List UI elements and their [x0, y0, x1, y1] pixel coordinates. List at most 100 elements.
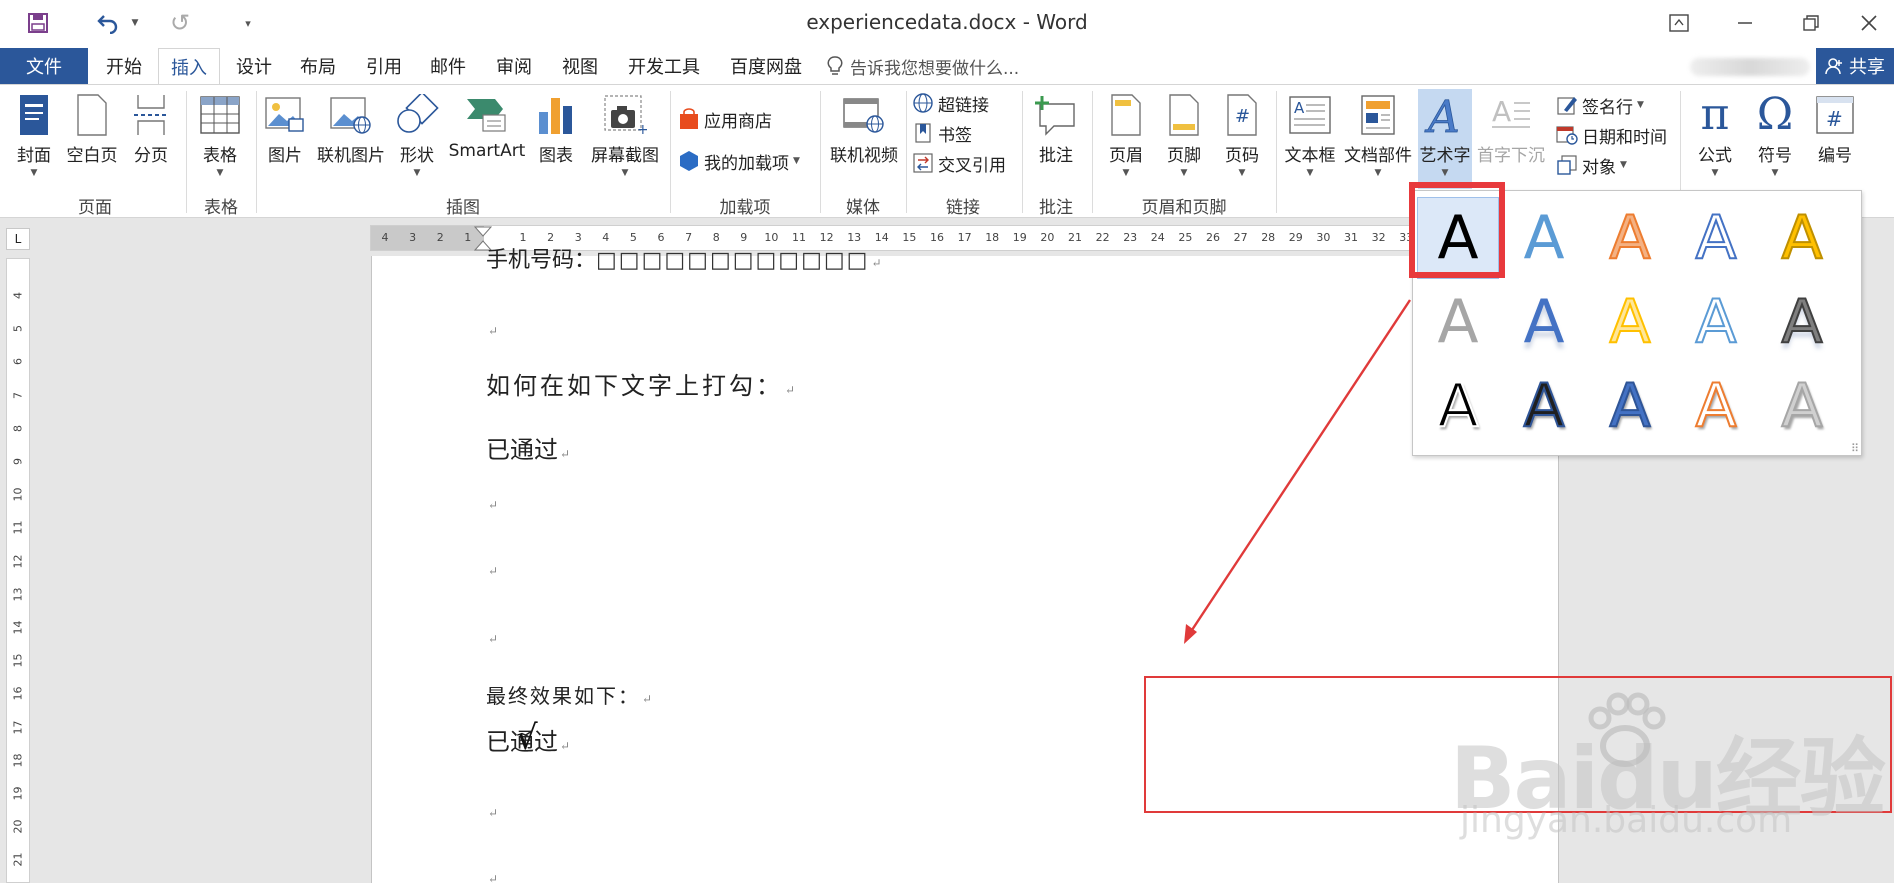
picture-button[interactable]: 图片	[262, 93, 308, 166]
empty-paragraph[interactable]: ↵	[486, 560, 498, 579]
passed-paragraph[interactable]: 已通过 ↵	[486, 430, 570, 465]
screenshot-button[interactable]: + 屏幕截图 ▼	[584, 93, 666, 178]
drop-cap-button[interactable]: A 首字下沉	[1474, 93, 1548, 166]
wordart-style-option[interactable]: A	[1761, 197, 1843, 279]
office-store-button[interactable]: 应用商店	[678, 105, 772, 133]
tab-baidu-netdisk[interactable]: 百度网盘	[718, 48, 814, 84]
ribbon-display-options-icon[interactable]	[1650, 4, 1708, 42]
paragraph-mark: ↵	[785, 383, 799, 397]
table-icon	[198, 93, 242, 137]
tab-layout[interactable]: 布局	[288, 48, 348, 84]
object-button[interactable]: 对象 ▼	[1556, 151, 1627, 179]
cover-page-icon	[12, 93, 56, 137]
symbol-button[interactable]: Ω 符号 ▼	[1746, 89, 1804, 179]
chart-button[interactable]: 图表	[532, 93, 580, 166]
doc-paragraph[interactable]: 手机号码：□□□□□□□□□□□□ ↵	[486, 242, 882, 274]
equation-button[interactable]: π 公式 ▼	[1686, 93, 1744, 179]
tell-me-placeholder: 告诉我您想要做什么...	[850, 58, 1020, 79]
tab-mailings[interactable]: 邮件	[418, 48, 478, 84]
passed-with-check-paragraph[interactable]: 已通过 ↵ √	[486, 718, 570, 758]
ruler-tick-label: 24	[1150, 231, 1165, 244]
final-label-paragraph[interactable]: 最终效果如下： ↵	[486, 680, 654, 709]
check-mark-wordart[interactable]: √	[516, 718, 538, 758]
online-video-button[interactable]: 联机视频	[826, 93, 902, 166]
wordart-style-option[interactable]: A	[1589, 281, 1671, 363]
bookmark-label: 书签	[938, 125, 972, 146]
share-button[interactable]: 共享	[1816, 48, 1894, 84]
vruler-tick-label: 5	[11, 325, 25, 333]
empty-paragraph[interactable]: ↵	[486, 628, 498, 647]
wordart-style-option[interactable]: A	[1761, 365, 1843, 447]
empty-paragraph[interactable]: ↵	[486, 868, 498, 883]
chevron-down-icon: ▼	[621, 168, 629, 178]
wordart-button[interactable]: A 艺术字 ▼	[1418, 89, 1472, 189]
footer-button[interactable]: 页脚 ▼	[1156, 93, 1212, 178]
wordart-style-option[interactable]: A	[1761, 281, 1843, 363]
tab-review[interactable]: 审阅	[482, 48, 546, 84]
bookmark-button[interactable]: 书签	[912, 119, 972, 147]
textbox-button[interactable]: A 文本框 ▼	[1280, 93, 1340, 178]
title-bar: ▼ ↺ ▾ experiencedata.docx - Word	[0, 0, 1894, 46]
cross-reference-button[interactable]: 交叉引用	[912, 149, 1006, 177]
signature-line-button[interactable]: 签名行 ▼	[1556, 91, 1644, 119]
account-name-blurred[interactable]	[1690, 58, 1810, 76]
minimize-icon[interactable]	[1716, 4, 1774, 42]
hyperlink-button[interactable]: 超链接	[912, 89, 989, 117]
passed-text: 已通过	[486, 436, 558, 464]
new-comment-button[interactable]: 批注	[1028, 93, 1084, 166]
tab-file[interactable]: 文件	[0, 48, 88, 84]
wordart-style-option[interactable]: A	[1417, 365, 1499, 447]
my-addins-button[interactable]: 我的加载项 ▼	[678, 147, 800, 175]
numbering-button[interactable]: # 编号	[1806, 93, 1864, 166]
empty-paragraph[interactable]: ↵	[486, 494, 498, 513]
header-button[interactable]: 页眉 ▼	[1098, 93, 1154, 178]
tab-home[interactable]: 开始	[94, 48, 154, 84]
cover-page-button[interactable]: 封面 ▼	[10, 93, 58, 178]
tab-design[interactable]: 设计	[224, 48, 284, 84]
wordart-style-option[interactable]: A	[1675, 365, 1757, 447]
date-time-button[interactable]: 日期和时间	[1556, 121, 1667, 149]
shapes-button[interactable]: 形状 ▼	[392, 93, 442, 178]
resize-grip-icon[interactable]: ⠿	[1851, 442, 1859, 455]
ruler-tick-label: 17	[957, 231, 972, 244]
group-label-addins: 加载项	[719, 198, 771, 218]
tab-developer[interactable]: 开发工具	[616, 48, 712, 84]
drop-cap-icon: A	[1489, 93, 1533, 137]
restore-icon[interactable]	[1782, 4, 1840, 42]
empty-paragraph[interactable]: ↵	[486, 320, 498, 339]
omega-icon: Ω	[1756, 89, 1794, 140]
tab-stop-selector[interactable]: L	[6, 228, 30, 250]
wordart-style-option[interactable]: A	[1675, 197, 1757, 279]
wordart-style-option[interactable]: A	[1417, 281, 1499, 363]
online-video-label: 联机视频	[830, 146, 898, 166]
group-separator	[906, 91, 907, 213]
blank-page-button[interactable]: 空白页	[62, 93, 122, 166]
blank-page-label: 空白页	[66, 146, 118, 166]
question-paragraph[interactable]: 如何在如下文字上打勾： ↵	[486, 366, 798, 401]
symbol-label: 符号	[1758, 146, 1792, 166]
smartart-button[interactable]: SmartArt	[446, 93, 528, 161]
ruler-tick-label: 31	[1344, 231, 1358, 244]
tab-references[interactable]: 引用	[354, 48, 414, 84]
tell-me-search[interactable]: 告诉我您想要做什么...	[826, 48, 1019, 84]
table-button[interactable]: 表格 ▼	[192, 93, 248, 178]
wordart-style-option[interactable]: A	[1589, 197, 1671, 279]
online-picture-button[interactable]: 联机图片	[312, 93, 390, 166]
vruler-tick-label: 10	[11, 487, 25, 502]
tab-view[interactable]: 视图	[548, 48, 612, 84]
svg-text:+: +	[637, 122, 647, 136]
wordart-style-option[interactable]: A	[1675, 281, 1757, 363]
tab-insert[interactable]: 插入	[158, 48, 220, 84]
empty-paragraph[interactable]: ↵	[486, 802, 498, 821]
ribbon-tab-bar: 文件 开始 插入 设计 布局 引用 邮件 审阅 视图 开发工具 百度网盘 告诉我…	[0, 46, 1894, 84]
wordart-style-option[interactable]: A	[1503, 197, 1585, 279]
wordart-style-option[interactable]: A	[1503, 365, 1585, 447]
page-number-button[interactable]: # 页码 ▼	[1214, 93, 1270, 178]
wordart-style-option[interactable]: A	[1589, 365, 1671, 447]
wordart-style-glyph: A	[1608, 203, 1651, 273]
close-icon[interactable]	[1840, 4, 1894, 42]
quick-parts-button[interactable]: 文档部件 ▼	[1340, 93, 1416, 178]
vertical-ruler[interactable]: 45678910111213141516171819202122	[6, 258, 30, 883]
wordart-style-option[interactable]: A	[1503, 281, 1585, 363]
page-break-button[interactable]: 分页	[126, 93, 176, 166]
